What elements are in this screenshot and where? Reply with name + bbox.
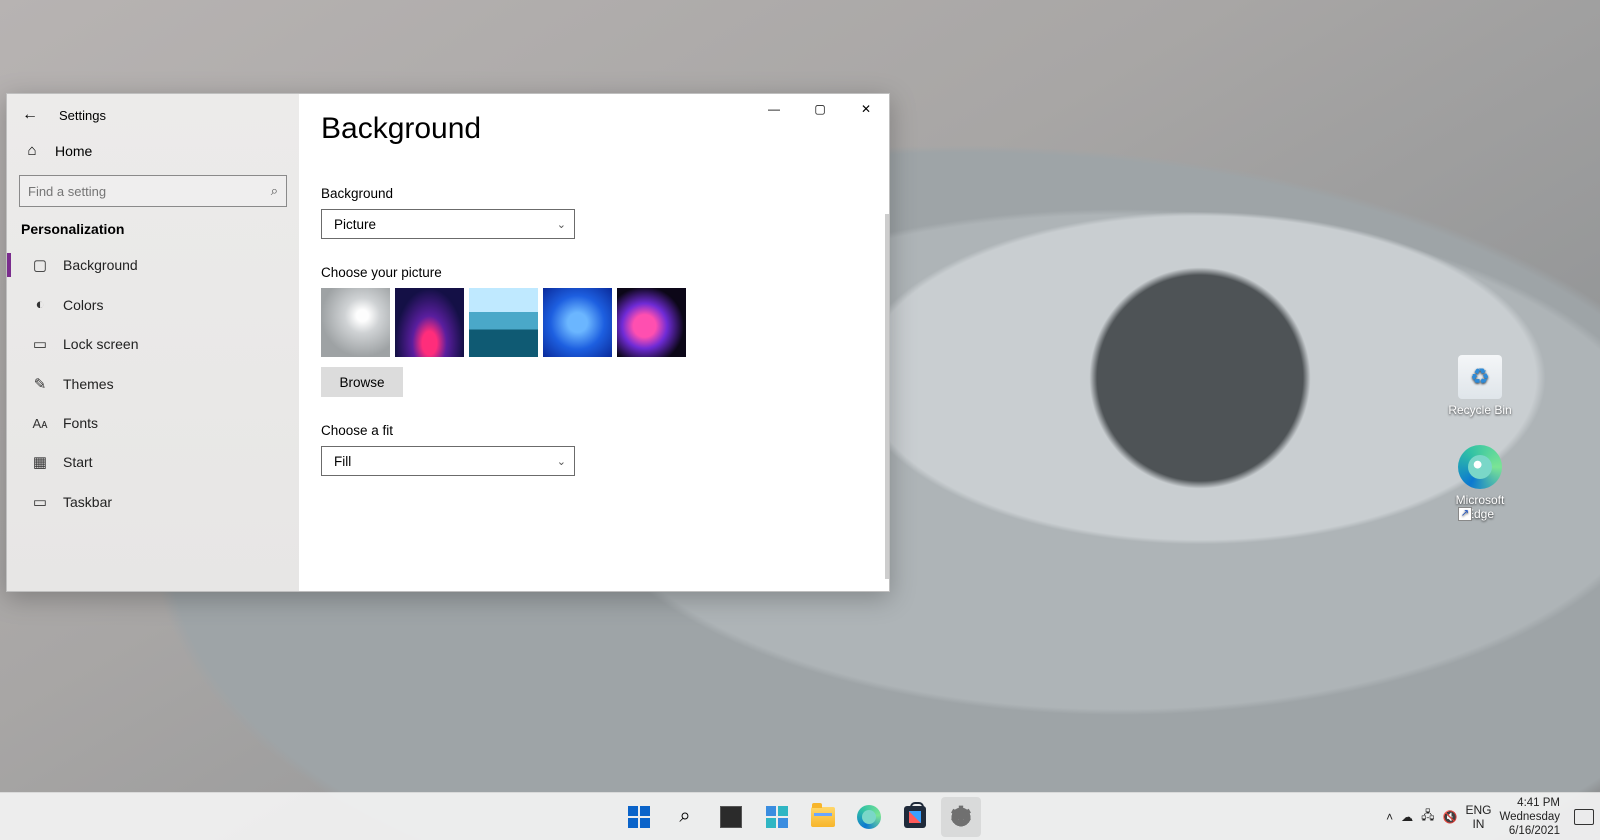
shortcut-overlay-icon: ↗ — [1458, 507, 1472, 521]
home-label: Home — [55, 143, 92, 159]
taskbar-pinned-apps: ⌕ — [619, 797, 981, 837]
language-indicator[interactable]: ENG IN — [1465, 803, 1491, 831]
nav-background[interactable]: ▢ Background — [15, 245, 291, 285]
gear-icon — [949, 805, 973, 829]
onedrive-icon[interactable]: ☁ — [1401, 810, 1413, 824]
sidebar-nav: ▢ Background ◐ Colors ▭ Lock screen ✎ Th… — [15, 245, 291, 522]
nav-label: Background — [63, 257, 138, 273]
clock-day: Wednesday — [1499, 810, 1560, 824]
store-icon — [904, 806, 926, 828]
themes-icon: ✎ — [31, 375, 49, 393]
wallpaper-thumb-2[interactable] — [395, 288, 464, 357]
wallpaper-thumb-5[interactable] — [617, 288, 686, 357]
choose-picture-label: Choose your picture — [321, 265, 867, 280]
close-button[interactable]: ✕ — [843, 94, 889, 124]
nav-themes[interactable]: ✎ Themes — [15, 364, 291, 404]
wallpaper-thumb-4[interactable] — [543, 288, 612, 357]
edge-button[interactable] — [849, 797, 889, 837]
nav-label: Lock screen — [63, 336, 138, 352]
tray-overflow-icon[interactable]: ˄ — [1386, 810, 1393, 824]
lang-top: ENG — [1465, 803, 1491, 817]
clock-time: 4:41 PM — [1499, 796, 1560, 810]
background-field-label: Background — [321, 186, 867, 201]
back-button[interactable]: ← — [19, 106, 41, 124]
desktop-icon-recycle-bin[interactable]: Recycle Bin — [1440, 355, 1520, 417]
dropdown-value: Fill — [334, 454, 351, 469]
task-view-button[interactable] — [711, 797, 751, 837]
choose-fit-label: Choose a fit — [321, 423, 867, 438]
nav-label: Themes — [63, 376, 114, 392]
settings-taskbar-button[interactable] — [941, 797, 981, 837]
windows-logo-icon — [628, 806, 650, 828]
home-nav[interactable]: ⌂ Home — [15, 132, 291, 169]
nav-fonts[interactable]: Aᴀ Fonts — [15, 404, 291, 442]
lang-bottom: IN — [1465, 817, 1491, 831]
fonts-icon: Aᴀ — [31, 416, 49, 431]
fit-dropdown[interactable]: Fill ⌄ — [321, 446, 575, 476]
background-type-dropdown[interactable]: Picture ⌄ — [321, 209, 575, 239]
tray-icons: ˄ ☁ 🖧 🔇 — [1386, 806, 1457, 827]
close-icon: ✕ — [861, 102, 871, 116]
clock-date: 6/16/2021 — [1499, 824, 1560, 838]
file-explorer-button[interactable] — [803, 797, 843, 837]
minimize-button[interactable]: — — [751, 94, 797, 124]
nav-label: Fonts — [63, 415, 98, 431]
widgets-icon — [766, 806, 788, 828]
start-icon: ▦ — [31, 453, 49, 471]
minimize-icon: — — [768, 102, 780, 116]
edge-icon — [857, 805, 881, 829]
taskbar: ⌕ ˄ ☁ 🖧 — [0, 792, 1600, 840]
search-icon: ⌕ — [271, 183, 278, 199]
nav-label: Taskbar — [63, 494, 112, 510]
wallpaper-thumb-1[interactable] — [321, 288, 390, 357]
chevron-down-icon: ⌄ — [557, 455, 566, 468]
edge-icon — [1458, 445, 1502, 489]
settings-content: — ▢ ✕ Background Background Picture ⌄ Ch… — [299, 94, 889, 591]
file-explorer-icon — [811, 807, 835, 827]
nav-taskbar[interactable]: ▭ Taskbar — [15, 482, 291, 522]
maximize-button[interactable]: ▢ — [797, 94, 843, 124]
microsoft-store-button[interactable] — [895, 797, 935, 837]
desktop-icon-label: Microsoft Edge — [1440, 493, 1520, 521]
home-icon: ⌂ — [23, 142, 41, 159]
palette-icon: ◐ — [31, 296, 49, 313]
taskbar-icon: ▭ — [31, 493, 49, 511]
desktop[interactable]: Recycle Bin ↗ Microsoft Edge ← Settings … — [0, 0, 1600, 840]
window-controls: — ▢ ✕ — [751, 94, 889, 124]
picture-icon: ▢ — [31, 256, 49, 274]
recycle-bin-icon — [1458, 355, 1502, 399]
lock-screen-icon: ▭ — [31, 335, 49, 353]
desktop-icon-label: Recycle Bin — [1440, 403, 1520, 417]
task-view-icon — [720, 806, 742, 828]
settings-window: ← Settings ⌂ Home ⌕ Personalization ▢ Ba… — [6, 93, 890, 592]
settings-sidebar: ← Settings ⌂ Home ⌕ Personalization ▢ Ba… — [7, 94, 299, 591]
nav-label: Start — [63, 454, 93, 470]
search-button[interactable]: ⌕ — [665, 797, 705, 837]
app-title: Settings — [59, 108, 106, 123]
wallpaper-thumb-3[interactable] — [469, 288, 538, 357]
nav-label: Colors — [63, 297, 103, 313]
maximize-icon: ▢ — [814, 102, 825, 116]
volume-icon[interactable]: 🔇 — [1443, 810, 1458, 824]
chevron-down-icon: ⌄ — [557, 218, 566, 231]
content-scrollbar[interactable] — [885, 214, 889, 579]
nav-colors[interactable]: ◐ Colors — [15, 285, 291, 324]
search-icon: ⌕ — [673, 805, 697, 829]
network-icon[interactable]: 🖧 — [1421, 806, 1434, 827]
taskbar-clock[interactable]: 4:41 PM Wednesday 6/16/2021 — [1499, 796, 1560, 838]
category-heading: Personalization — [15, 217, 291, 245]
search-settings[interactable]: ⌕ — [19, 175, 287, 207]
nav-lock-screen[interactable]: ▭ Lock screen — [15, 324, 291, 364]
desktop-icon-microsoft-edge[interactable]: ↗ Microsoft Edge — [1440, 445, 1520, 521]
notifications-button[interactable] — [1574, 809, 1594, 825]
widgets-button[interactable] — [757, 797, 797, 837]
taskbar-system-tray: ˄ ☁ 🖧 🔇 ENG IN 4:41 PM Wednesday 6/16/20… — [1386, 796, 1594, 838]
nav-start[interactable]: ▦ Start — [15, 442, 291, 482]
start-button[interactable] — [619, 797, 659, 837]
dropdown-value: Picture — [334, 217, 376, 232]
browse-button[interactable]: Browse — [321, 367, 403, 397]
wallpaper-thumbnails — [321, 288, 867, 357]
search-input[interactable] — [28, 184, 271, 199]
